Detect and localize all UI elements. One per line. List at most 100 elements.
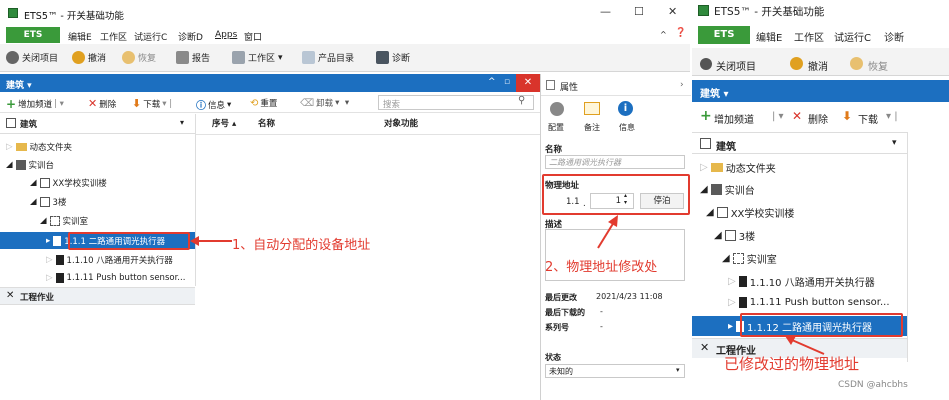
- right-menu-workspace[interactable]: 工作区: [794, 29, 824, 44]
- gear-icon[interactable]: [550, 102, 564, 116]
- right-ets-tab[interactable]: ETS: [698, 26, 750, 44]
- right-tree-item-device-1-1-11[interactable]: ▷ 1.1.11 Push button sensor...: [728, 297, 890, 308]
- right-close-project-button[interactable]: 关闭项目: [716, 58, 756, 73]
- right-menu-diagnostics[interactable]: 诊断: [884, 29, 904, 44]
- close-project-button[interactable]: 关闭项目: [6, 51, 58, 64]
- device-icon: [53, 235, 62, 246]
- right-undo-icon: [790, 57, 803, 70]
- tree-item-device-1-1-10[interactable]: ▷ 1.1.10 八路通用开关执行器: [46, 254, 173, 266]
- catalog-button[interactable]: 产品目录: [302, 51, 354, 64]
- note-icon[interactable]: [584, 102, 600, 115]
- tree-header-label: 建筑: [20, 120, 38, 130]
- download-button[interactable]: ⬇ 下载 ▾ |: [132, 97, 172, 110]
- tree-item-training-room[interactable]: ◢ 实训室: [40, 215, 88, 227]
- phys-addr-label: 物理地址: [545, 181, 580, 191]
- panel-close-icon[interactable]: ✕: [516, 74, 540, 92]
- right-tree-item-school-building[interactable]: ◢ XX学校实训楼: [706, 205, 794, 220]
- help-icon[interactable]: ❓: [675, 28, 686, 38]
- address-prefix: 1.1: [566, 197, 580, 207]
- properties-icon: [546, 80, 555, 90]
- workspace-button[interactable]: 工作区 ▾: [232, 51, 283, 64]
- right-tree-item-training-room[interactable]: ◢ 实训室: [722, 251, 777, 266]
- add-channel-button[interactable]: + 增加频道 | ▾: [6, 97, 64, 111]
- delete-button[interactable]: ✕ 删除: [88, 97, 116, 110]
- tree-item-dynamic-folder[interactable]: ▷ 动态文件夹: [6, 141, 72, 153]
- right-redo-button[interactable]: 恢复: [868, 58, 888, 73]
- right-add-channel-button[interactable]: 增加频道: [714, 111, 754, 126]
- right-download-button[interactable]: 下载: [858, 111, 878, 126]
- serial-value: -: [600, 322, 603, 331]
- unload-button[interactable]: ⌫ 卸载 ▾ ▾: [300, 97, 349, 110]
- annotation-arrow-1: [190, 236, 232, 246]
- tree-item-school-building[interactable]: ◢ XX学校实训楼: [30, 177, 107, 189]
- close-button[interactable]: ✕: [668, 5, 677, 18]
- right-delete-button[interactable]: 删除: [808, 111, 828, 126]
- redo-button[interactable]: 恢复: [122, 51, 156, 64]
- maximize-button[interactable]: ☐: [634, 5, 644, 18]
- status-dropdown-icon[interactable]: ▾: [676, 366, 680, 374]
- menu-commissioning[interactable]: 试运行C: [134, 30, 167, 43]
- name-field[interactable]: 二路通用调光执行器: [545, 155, 685, 169]
- right-undo-button[interactable]: 撤消: [808, 58, 828, 73]
- serial-label: 系列号: [545, 323, 569, 332]
- right-menu-edit[interactable]: 编辑E: [756, 29, 782, 44]
- right-add-dropdown-icon[interactable]: | ▾: [772, 111, 784, 122]
- report-button[interactable]: 报告: [176, 51, 210, 64]
- minimize-button[interactable]: —: [600, 5, 611, 18]
- stepper-arrows-icon[interactable]: ▴ ▾: [624, 192, 627, 206]
- right-building-icon: [700, 138, 711, 149]
- column-divider: [196, 134, 540, 135]
- column-function[interactable]: 对象功能: [384, 117, 418, 129]
- column-number[interactable]: 序号 ▴: [212, 117, 236, 129]
- park-button[interactable]: 停泊: [640, 193, 684, 209]
- reset-button[interactable]: ⟲ 重置: [250, 97, 277, 110]
- plus-icon: +: [6, 97, 17, 111]
- panel-splitter: [540, 74, 541, 400]
- tree-item-device-1-1-11[interactable]: ▷ 1.1.11 Push button sensor...: [46, 273, 185, 283]
- undo-button[interactable]: 撤消: [72, 51, 106, 64]
- tree-item-floor-3[interactable]: ◢ 3楼: [30, 196, 66, 208]
- work-section-label: 工程作业: [20, 293, 55, 303]
- chevron-down-icon: ▾: [278, 52, 283, 63]
- menu-window[interactable]: 窗口: [244, 30, 262, 43]
- tree-header-dropdown-icon[interactable]: ▾: [180, 118, 184, 127]
- status-select[interactable]: 未知的: [545, 364, 685, 378]
- right-tree-item-floor-3[interactable]: ◢ 3楼: [714, 228, 755, 243]
- tab-notes[interactable]: 备注: [584, 122, 600, 133]
- right-menu-commissioning[interactable]: 试运行C: [834, 29, 871, 44]
- building-panel-title[interactable]: 建筑 ▾: [6, 78, 32, 91]
- right-tree-item-device-1-1-10[interactable]: ▷ 1.1.10 八路通用开关执行器: [728, 274, 875, 289]
- right-tree-item-training-bench[interactable]: ◢ 实训台: [700, 182, 755, 197]
- floor-icon: [39, 197, 50, 207]
- info-icon[interactable]: i: [618, 101, 633, 116]
- menu-diagnostics[interactable]: 诊断D: [178, 30, 203, 43]
- tree-item-training-bench[interactable]: ◢ 实训台: [6, 159, 54, 171]
- ets-app-icon: [698, 5, 709, 16]
- delete-x-icon: ✕: [88, 97, 98, 110]
- collapse-ribbon-icon[interactable]: ^: [660, 30, 667, 39]
- annotation-arrow-2: [597, 215, 618, 249]
- panel-restore-icon[interactable]: ▫: [504, 77, 510, 87]
- tab-info[interactable]: 信息: [619, 122, 635, 133]
- ets-menu-tab[interactable]: ETS: [6, 27, 60, 43]
- tools-icon: ✕: [6, 290, 15, 301]
- unload-icon: ⌫: [300, 97, 315, 109]
- menu-workspace[interactable]: 工作区: [100, 30, 127, 43]
- properties-expand-icon[interactable]: ›: [680, 80, 684, 90]
- diagnostics-button[interactable]: 诊断: [376, 51, 410, 64]
- info-button[interactable]: ⓘ 信息 ▾: [196, 97, 231, 113]
- right-tree-dropdown-icon[interactable]: ▾: [892, 138, 897, 148]
- right-delete-icon: ✕: [792, 109, 803, 123]
- right-tree-item-dynamic-folder[interactable]: ▷ 动态文件夹: [700, 160, 776, 175]
- menu-apps[interactable]: Apps: [215, 30, 237, 40]
- tab-config[interactable]: 配置: [548, 122, 564, 133]
- column-name[interactable]: 名称: [258, 117, 275, 129]
- panel-collapse-icon[interactable]: ^: [488, 77, 496, 87]
- right-download-dropdown-icon[interactable]: ▾ |: [886, 111, 898, 122]
- right-building-title[interactable]: 建筑 ▾: [700, 85, 729, 100]
- address-stepper[interactable]: 1: [590, 193, 634, 209]
- device-icon: [738, 276, 747, 287]
- right-download-icon: ⬇: [842, 109, 853, 123]
- menu-edit[interactable]: 编辑E: [68, 30, 92, 43]
- search-input[interactable]: 搜索: [378, 95, 534, 110]
